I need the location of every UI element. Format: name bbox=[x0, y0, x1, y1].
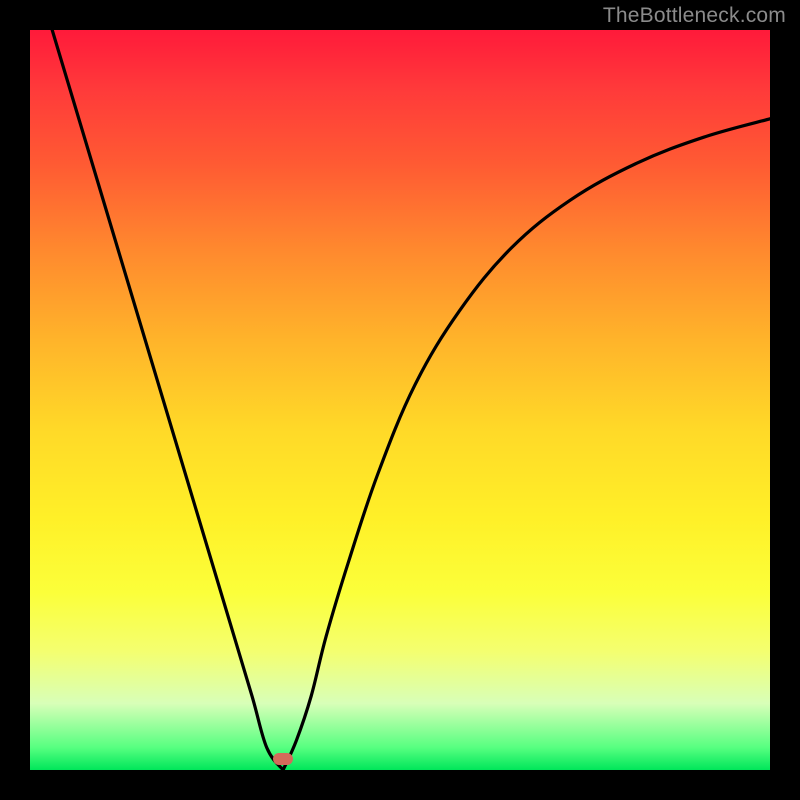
plot-area bbox=[30, 30, 770, 770]
curve-layer bbox=[30, 30, 770, 770]
watermark: TheBottleneck.com bbox=[603, 4, 786, 28]
curve-left-branch bbox=[52, 30, 283, 770]
curve-right-branch bbox=[283, 119, 770, 770]
chart-frame: TheBottleneck.com bbox=[0, 0, 800, 800]
dip-marker bbox=[273, 753, 293, 765]
